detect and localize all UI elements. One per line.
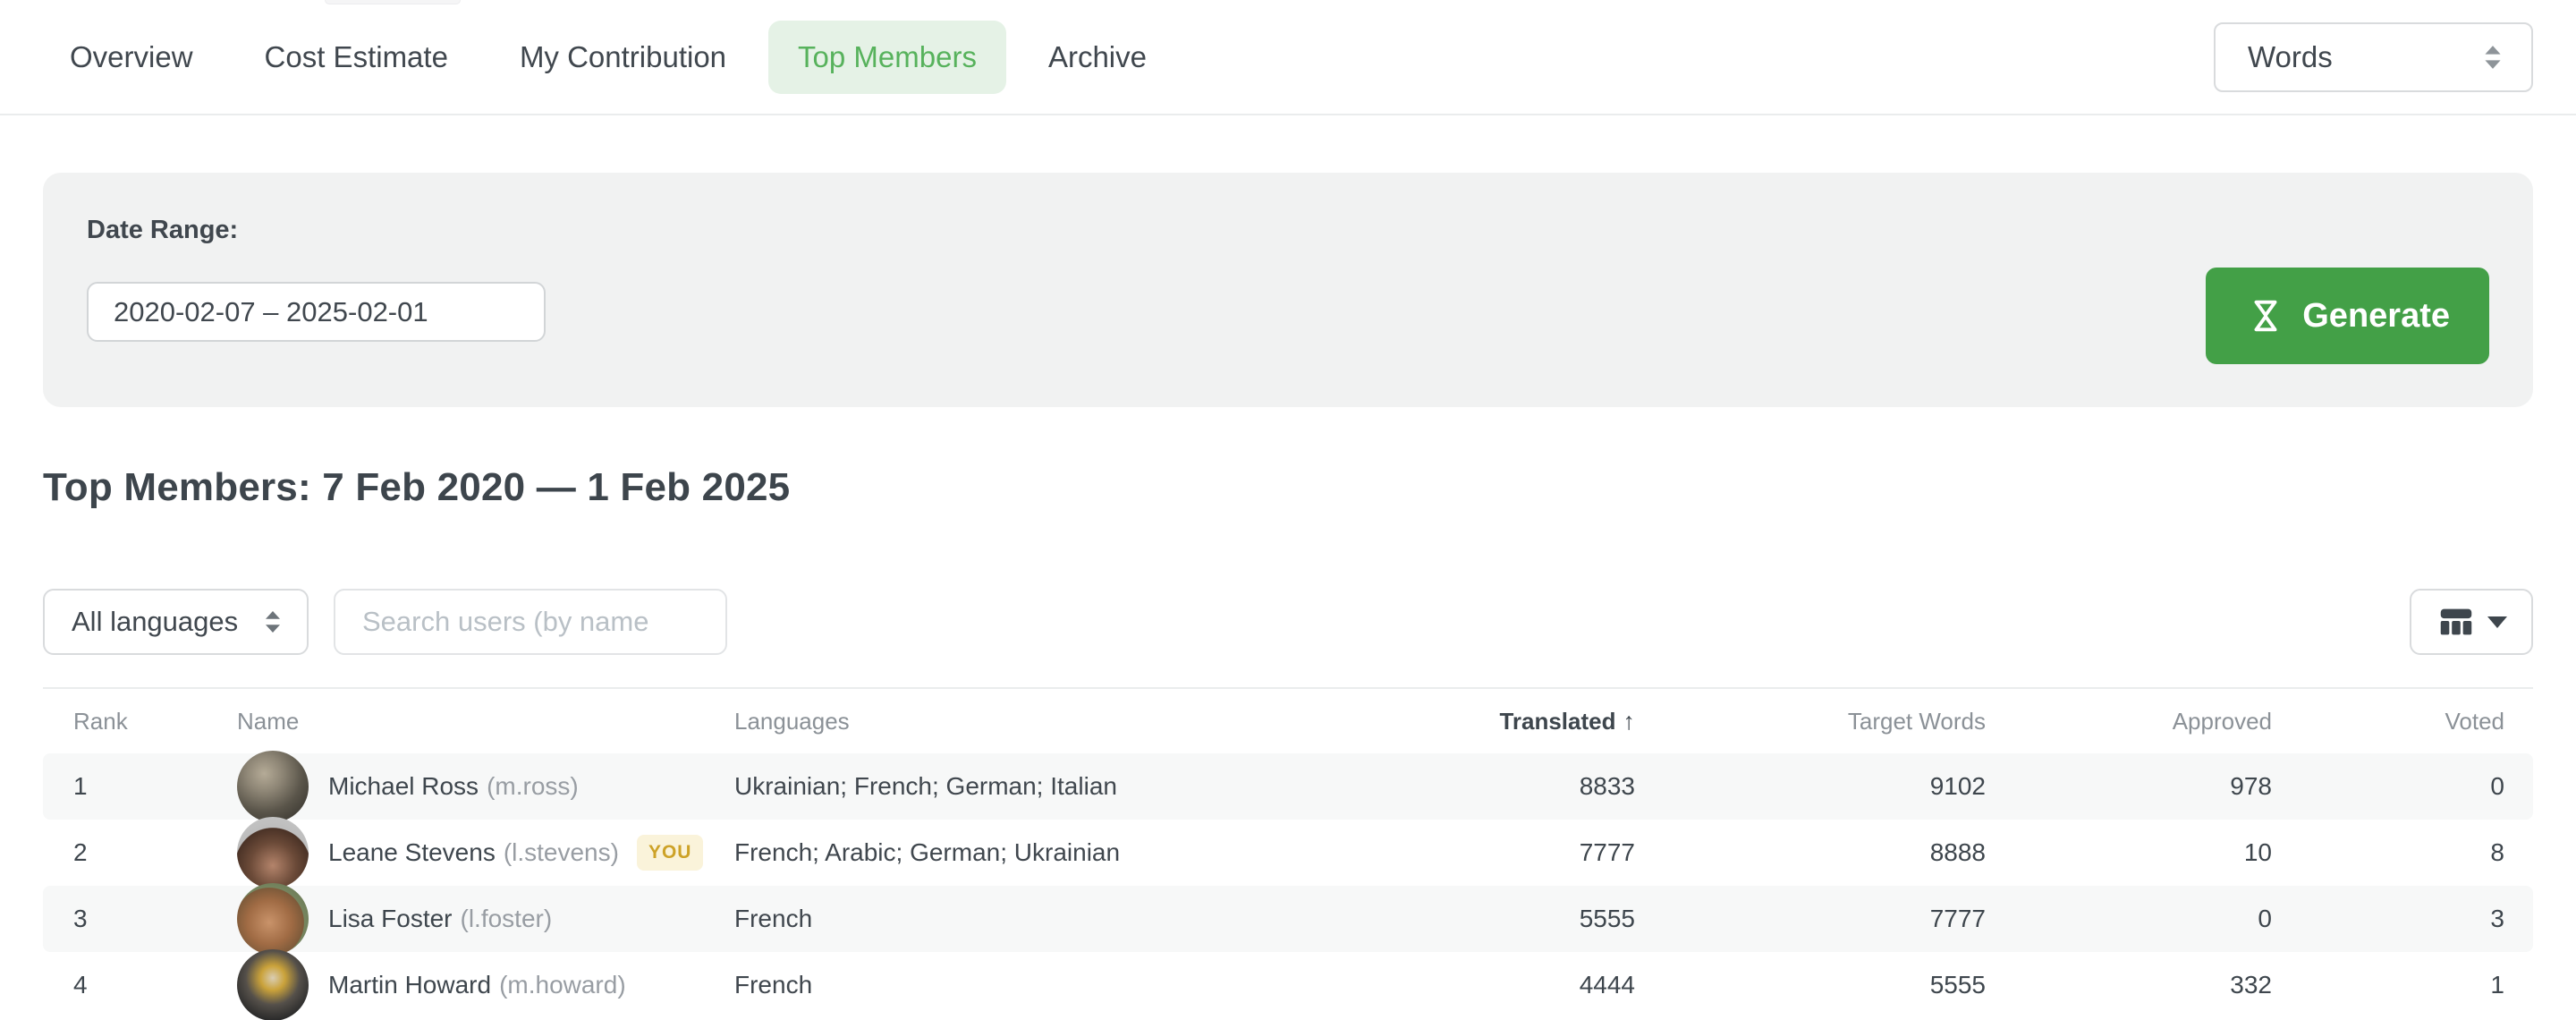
select-updown-icon — [2481, 44, 2504, 71]
unit-select-value: Words — [2248, 40, 2333, 74]
member-rank: 4 — [73, 971, 237, 999]
member-translated: 5555 — [1358, 905, 1635, 933]
select-updown-icon — [262, 609, 284, 634]
member-voted: 3 — [2272, 905, 2504, 933]
member-approved: 332 — [1986, 971, 2272, 999]
date-range-input[interactable] — [87, 282, 546, 342]
member-username: (l.stevens) — [504, 838, 619, 867]
search-input[interactable] — [334, 589, 727, 655]
tab-archive[interactable]: Archive — [1019, 21, 1176, 94]
avatar — [237, 949, 309, 1020]
member-name: Martin Howard — [328, 971, 491, 999]
table-row[interactable]: 1 Michael Ross (m.ross) Ukrainian; Frenc… — [43, 753, 2533, 820]
hourglass-icon — [2245, 295, 2286, 336]
column-header-approved[interactable]: Approved — [1986, 708, 2272, 735]
member-languages: French — [734, 971, 1358, 999]
page-title: Top Members: 7 Feb 2020 — 1 Feb 2025 — [43, 463, 2533, 513]
column-header-rank[interactable]: Rank — [73, 708, 237, 735]
member-approved: 978 — [1986, 772, 2272, 801]
date-range-label: Date Range: — [87, 216, 238, 245]
member-name: Leane Stevens — [328, 838, 496, 867]
avatar — [237, 751, 309, 822]
member-username: (m.howard) — [499, 971, 626, 999]
member-translated: 8833 — [1358, 772, 1635, 801]
report-tabs-bar: Overview Cost Estimate My Contribution T… — [0, 0, 2576, 115]
column-header-translated-label: Translated — [1499, 708, 1615, 735]
member-username: (l.foster) — [461, 905, 553, 933]
member-languages: Ukrainian; French; German; Italian — [734, 772, 1358, 801]
tab-cost-estimate[interactable]: Cost Estimate — [235, 21, 478, 94]
member-voted: 0 — [2272, 772, 2504, 801]
member-languages: French; Arabic; German; Ukrainian — [734, 838, 1358, 867]
member-rank: 2 — [73, 838, 237, 867]
member-username: (m.ross) — [487, 772, 579, 801]
table-row[interactable]: 2 Leane Stevens (l.stevens) YOU French; … — [43, 820, 2533, 886]
member-rank: 3 — [73, 905, 237, 933]
column-header-translated[interactable]: Translated ↑ — [1358, 708, 1635, 735]
member-approved: 10 — [1986, 838, 2272, 867]
member-approved: 0 — [1986, 905, 2272, 933]
member-target-words: 8888 — [1635, 838, 1986, 867]
language-filter-value: All languages — [72, 606, 238, 638]
member-voted: 8 — [2272, 838, 2504, 867]
generate-button[interactable]: Generate — [2206, 268, 2489, 364]
chevron-down-icon — [2487, 616, 2507, 628]
table-columns-icon — [2436, 601, 2477, 642]
report-tabs: Overview Cost Estimate My Contribution T… — [40, 21, 1176, 94]
sort-ascending-icon: ↑ — [1623, 708, 1636, 735]
column-header-voted[interactable]: Voted — [2272, 708, 2504, 735]
tab-overview[interactable]: Overview — [40, 21, 223, 94]
avatar — [237, 817, 309, 888]
member-name: Lisa Foster — [328, 905, 453, 933]
column-header-target-words[interactable]: Target Words — [1635, 708, 1986, 735]
top-clipped-element — [325, 0, 461, 4]
column-header-languages[interactable]: Languages — [734, 708, 1358, 735]
member-voted: 1 — [2272, 971, 2504, 999]
report-settings-panel: Date Range: Generate — [43, 173, 2533, 407]
generate-button-label: Generate — [2302, 297, 2450, 336]
member-target-words: 7777 — [1635, 905, 1986, 933]
member-rank: 1 — [73, 772, 237, 801]
table-filters: All languages — [43, 589, 2533, 655]
column-settings-button[interactable] — [2410, 589, 2533, 655]
tab-top-members[interactable]: Top Members — [768, 21, 1006, 94]
table-row[interactable]: 4 Martin Howard (m.howard) French 4444 5… — [43, 952, 2533, 1018]
member-translated: 7777 — [1358, 838, 1635, 867]
table-row[interactable]: 3 Lisa Foster (l.foster) French 5555 777… — [43, 886, 2533, 952]
member-name: Michael Ross — [328, 772, 479, 801]
you-badge: YOU — [637, 835, 704, 871]
member-languages: French — [734, 905, 1358, 933]
unit-select[interactable]: Words — [2214, 22, 2533, 92]
column-header-name[interactable]: Name — [237, 708, 734, 735]
member-target-words: 5555 — [1635, 971, 1986, 999]
language-filter-select[interactable]: All languages — [43, 589, 309, 655]
table-header-row: Rank Name Languages Translated ↑ Target W… — [43, 689, 2533, 753]
avatar — [237, 883, 309, 955]
tab-my-contribution[interactable]: My Contribution — [490, 21, 756, 94]
member-translated: 4444 — [1358, 971, 1635, 999]
member-target-words: 9102 — [1635, 772, 1986, 801]
